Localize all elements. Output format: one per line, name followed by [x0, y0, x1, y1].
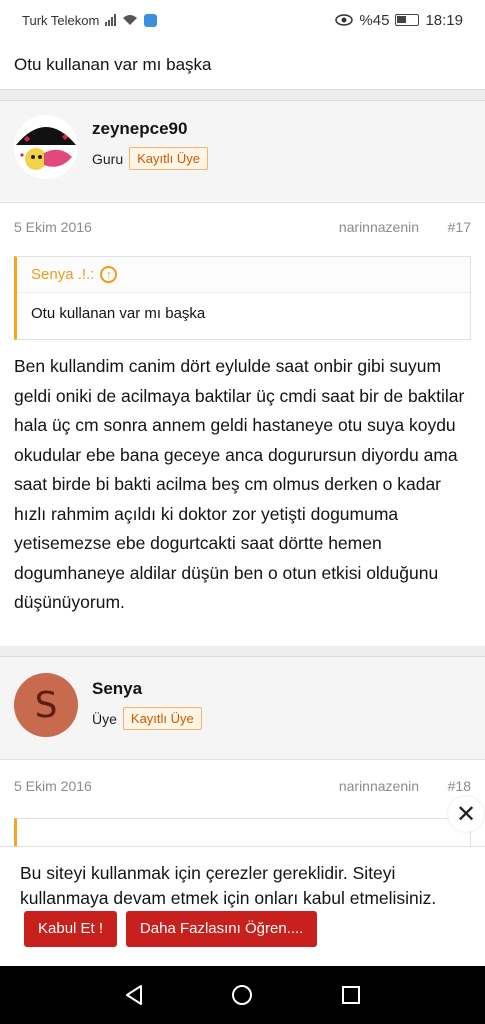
- recents-icon[interactable]: [339, 983, 363, 1007]
- post-number[interactable]: #18: [448, 778, 471, 794]
- clock: 18:19: [425, 11, 463, 29]
- avatar-illustration-icon: [14, 115, 78, 179]
- divider: [0, 646, 485, 656]
- carrier-name: Turk Telekom: [22, 12, 100, 28]
- accept-cookies-button[interactable]: Kabul Et !: [24, 911, 118, 947]
- learn-more-button[interactable]: Daha Fazlasını Öğren....: [125, 911, 318, 947]
- divider: [0, 90, 485, 100]
- jump-up-icon[interactable]: ↑: [100, 266, 118, 283]
- post-meta: 5 Ekim 2016 narinnazenin #18: [0, 771, 485, 801]
- battery-icon: [395, 14, 420, 26]
- role-label: Guru: [92, 150, 124, 167]
- member-badge: Kayıtlı Üye: [129, 147, 208, 170]
- post-author-tag[interactable]: narinnazenin: [339, 778, 419, 794]
- cookie-notice: Bu siteyi kullanmak için çerezler gerekl…: [0, 846, 485, 966]
- user-role: Üye Kayıtlı Üye: [92, 707, 202, 730]
- navigation-bar: [0, 966, 485, 1024]
- user-avatar[interactable]: [14, 115, 78, 179]
- quote-header[interactable]: Senya .!.: ↑: [17, 257, 470, 293]
- username[interactable]: zeynepce90: [92, 119, 187, 139]
- battery-percent: %45: [359, 11, 390, 29]
- post-body: Ben kullandim canim dört eylulde saat on…: [14, 356, 465, 612]
- post-user-header: zeynepce90 Guru Kayıtlı Üye: [0, 100, 485, 203]
- quote-block-partial: [14, 818, 471, 846]
- user-avatar[interactable]: S: [14, 673, 78, 737]
- username[interactable]: Senya: [92, 679, 142, 699]
- status-bar: Turk Telekom %45 18:19: [0, 0, 485, 40]
- close-icon[interactable]: ✕: [448, 796, 484, 832]
- cookie-text: Bu siteyi kullanmak için çerezler gerekl…: [20, 863, 437, 908]
- post-number[interactable]: #17: [448, 219, 471, 235]
- post-author-tag[interactable]: narinnazenin: [339, 219, 419, 235]
- back-icon[interactable]: [122, 983, 146, 1007]
- eye-icon: [335, 14, 354, 26]
- post-meta: 5 Ekim 2016 narinnazenin #17: [0, 212, 485, 242]
- quote-text: Otu kullanan var mı başka: [31, 305, 206, 322]
- user-role: Guru Kayıtlı Üye: [92, 147, 208, 170]
- post-date[interactable]: 5 Ekim 2016: [14, 778, 92, 794]
- thread-title: Otu kullanan var mı başka: [0, 40, 485, 90]
- signal-icon: [105, 14, 117, 26]
- post-user-header: S Senya Üye Kayıtlı Üye: [0, 656, 485, 760]
- post-date[interactable]: 5 Ekim 2016: [14, 219, 92, 235]
- quote-author[interactable]: Senya .!.:: [31, 266, 94, 283]
- role-label: Üye: [92, 710, 117, 727]
- home-icon[interactable]: [230, 983, 254, 1007]
- quote-block: Senya .!.: ↑ Otu kullanan var mı başka: [14, 256, 471, 340]
- wifi-icon: [123, 15, 138, 25]
- member-badge: Kayıtlı Üye: [122, 707, 202, 730]
- app-notification-icon: [144, 13, 158, 27]
